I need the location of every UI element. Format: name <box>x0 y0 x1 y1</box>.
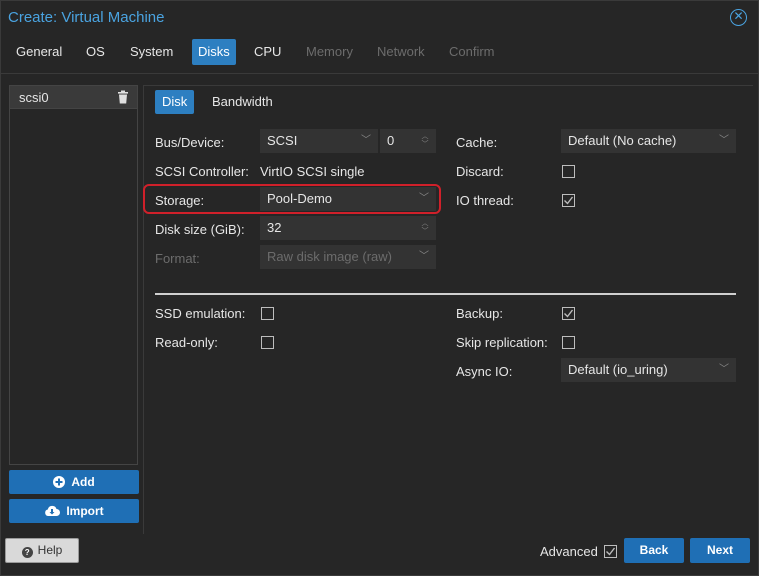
scsi-controller-value: VirtIO SCSI single <box>260 164 365 179</box>
device-number-spinner[interactable]: 0 ︿ ﹀ <box>380 129 436 153</box>
plus-circle-icon <box>53 476 66 488</box>
scsi-controller-label: SCSI Controller: <box>155 164 249 179</box>
ssd-emulation-label: SSD emulation: <box>155 306 246 321</box>
bus-value: SCSI <box>267 133 298 148</box>
chevron-down-icon: ﹀ <box>361 135 371 146</box>
subtab-bandwidth[interactable]: Bandwidth <box>205 90 280 114</box>
format-label: Format: <box>155 251 200 266</box>
create-vm-dialog: Create: Virtual Machine ✕ General OS Sys… <box>0 0 759 576</box>
tab-memory[interactable]: Memory <box>300 39 359 65</box>
section-divider <box>155 293 736 295</box>
add-label: Add <box>71 475 95 489</box>
read-only-checkbox[interactable] <box>261 336 274 349</box>
io-thread-label: IO thread: <box>456 193 514 208</box>
advanced-label: Advanced <box>540 544 598 559</box>
cache-select[interactable]: Default (No cache) ﹀ <box>561 129 736 153</box>
async-io-select[interactable]: Default (io_uring) ﹀ <box>561 358 736 382</box>
disk-size-input[interactable]: 32 ︿ ﹀ <box>260 216 436 240</box>
disk-size-label: Disk size (GiB): <box>155 222 245 237</box>
back-button[interactable]: Back <box>624 538 684 563</box>
async-io-value: Default (io_uring) <box>568 362 668 377</box>
skip-replication-label: Skip replication: <box>456 335 548 350</box>
async-io-label: Async IO: <box>456 364 513 379</box>
backup-checkbox[interactable] <box>562 307 575 320</box>
dialog-title: Create: Virtual Machine <box>8 9 165 26</box>
chevron-down-icon: ﹀ <box>719 135 729 146</box>
disk-list: scsi0 <box>9 85 138 465</box>
bus-device-label: Bus/Device: <box>155 135 225 150</box>
storage-highlight-annotation <box>143 184 441 214</box>
subtab-disk[interactable]: Disk <box>155 90 195 114</box>
add-disk-button[interactable]: Add <box>9 470 139 494</box>
advanced-checkbox[interactable] <box>604 545 617 558</box>
backup-label: Backup: <box>456 306 503 321</box>
discard-label: Discard: <box>456 164 504 179</box>
trash-icon[interactable] <box>117 90 129 104</box>
close-icon[interactable]: ✕ <box>730 9 747 26</box>
ssd-emulation-checkbox[interactable] <box>261 307 274 320</box>
io-thread-checkbox[interactable] <box>562 194 575 207</box>
tab-cpu[interactable]: CPU <box>248 39 287 65</box>
bus-select[interactable]: SCSI ﹀ <box>260 129 378 153</box>
spinner-icon[interactable]: ︿ ﹀ <box>421 220 429 236</box>
cache-value: Default (No cache) <box>568 133 677 148</box>
import-disk-button[interactable]: Import <box>9 499 139 523</box>
import-label: Import <box>66 504 104 518</box>
cloud-download-icon <box>45 505 61 516</box>
tab-network[interactable]: Network <box>371 39 431 65</box>
device-value: 0 <box>387 133 395 148</box>
tab-os[interactable]: OS <box>80 39 111 65</box>
checkmark-icon <box>564 309 574 318</box>
chevron-down-icon: ﹀ <box>419 251 429 262</box>
disk-item-label: scsi0 <box>19 90 49 105</box>
tab-confirm[interactable]: Confirm <box>443 39 501 65</box>
read-only-label: Read-only: <box>155 335 218 350</box>
disk-config-panel: Disk Bandwidth Bus/Device: SCSI ﹀ 0 ︿ ﹀ S… <box>143 85 753 534</box>
spinner-icon[interactable]: ︿ ﹀ <box>421 133 429 149</box>
disk-list-item[interactable]: scsi0 <box>10 86 137 109</box>
skip-replication-checkbox[interactable] <box>562 336 575 349</box>
question-circle-icon: ? <box>21 547 33 558</box>
chevron-down-icon: ﹀ <box>719 364 729 375</box>
dialog-footer: ? Help Advanced Back Next <box>1 534 758 575</box>
title-bar: Create: Virtual Machine ✕ <box>1 1 758 35</box>
tab-system[interactable]: System <box>124 39 179 65</box>
disk-size-value: 32 <box>267 220 282 235</box>
next-button[interactable]: Next <box>690 538 750 563</box>
discard-checkbox[interactable] <box>562 165 575 178</box>
checkmark-icon <box>564 196 574 205</box>
tab-general[interactable]: General <box>10 39 68 65</box>
tab-disks[interactable]: Disks <box>192 39 236 65</box>
help-label: Help <box>37 543 63 557</box>
wizard-body: scsi0 Add Import Disk Bandwidth Bus/Devi… <box>1 73 758 534</box>
checkmark-icon <box>606 547 616 556</box>
help-button[interactable]: ? Help <box>5 538 79 563</box>
format-value: Raw disk image (raw) <box>267 249 392 264</box>
format-select[interactable]: Raw disk image (raw) ﹀ <box>260 245 436 269</box>
cache-label: Cache: <box>456 135 498 150</box>
